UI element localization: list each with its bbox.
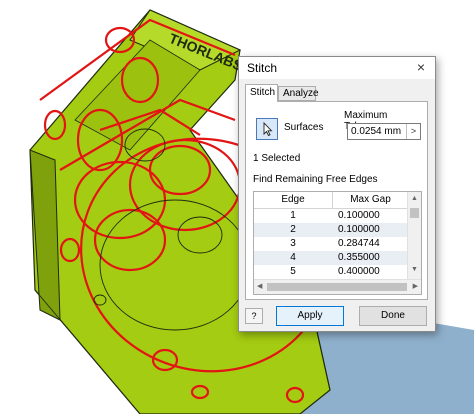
max-gap-cell: 0.100000: [338, 224, 380, 235]
column-header-max-gap[interactable]: Max Gap: [333, 192, 408, 209]
selected-count: 1 Selected: [253, 153, 301, 164]
surfaces-select-button[interactable]: [256, 118, 278, 140]
tab-analyze[interactable]: Analyze: [278, 86, 319, 101]
horizontal-scrollbar[interactable]: ◀ ▶: [254, 279, 421, 294]
table-row[interactable]: 1 0.100000: [254, 209, 408, 223]
tolerance-value: 0.0254 mm: [351, 126, 402, 137]
scroll-right-icon[interactable]: ▶: [413, 282, 418, 290]
edge-cell: 3: [290, 238, 296, 249]
help-button[interactable]: ?: [245, 308, 263, 324]
tab-stitch[interactable]: Stitch: [245, 84, 278, 102]
done-button[interactable]: Done: [359, 306, 427, 326]
vertical-scrollbar[interactable]: ▲ ▼: [407, 192, 421, 279]
horizontal-scroll-thumb[interactable]: [267, 283, 407, 291]
stitch-panel: Surfaces Maximum Tolerance 0.0254 mm > 1…: [245, 101, 428, 300]
scroll-left-icon[interactable]: ◀: [257, 282, 262, 290]
edge-cell: 4: [290, 252, 296, 263]
table-row[interactable]: 2 0.100000: [254, 223, 408, 237]
dialog-titlebar[interactable]: Stitch ×: [239, 57, 435, 79]
surfaces-label: Surfaces: [284, 122, 324, 133]
tolerance-arrow-button[interactable]: >: [406, 124, 420, 139]
cursor-arrow-icon: [263, 121, 273, 137]
tolerance-input[interactable]: 0.0254 mm >: [347, 123, 421, 140]
apply-button[interactable]: Apply: [276, 306, 344, 326]
close-icon[interactable]: ×: [413, 59, 429, 75]
scroll-up-icon[interactable]: ▲: [408, 195, 421, 202]
edge-cell: 5: [290, 266, 296, 277]
max-gap-cell: 0.284744: [338, 238, 380, 249]
edge-cell: 2: [290, 224, 296, 235]
edge-cell: 1: [290, 210, 296, 221]
max-gap-cell: 0.355000: [338, 252, 380, 263]
column-header-edge[interactable]: Edge: [254, 192, 333, 209]
table-row[interactable]: 3 0.284744: [254, 237, 408, 251]
max-gap-cell: 0.400000: [338, 266, 380, 277]
free-edges-table[interactable]: Edge Max Gap 1 0.100000 2 0.100000 3 0.2…: [253, 191, 422, 295]
table-row[interactable]: 5 0.400000: [254, 265, 408, 279]
stitch-dialog: Stitch × Stitch Analyze Surfaces Maximum…: [238, 56, 436, 332]
find-free-edges-label: Find Remaining Free Edges: [253, 174, 378, 185]
dialog-title: Stitch: [247, 61, 278, 75]
max-gap-cell: 0.100000: [338, 210, 380, 221]
table-row[interactable]: 4 0.355000: [254, 251, 408, 265]
vertical-scroll-thumb[interactable]: [410, 208, 419, 218]
scroll-down-icon[interactable]: ▼: [408, 266, 421, 273]
